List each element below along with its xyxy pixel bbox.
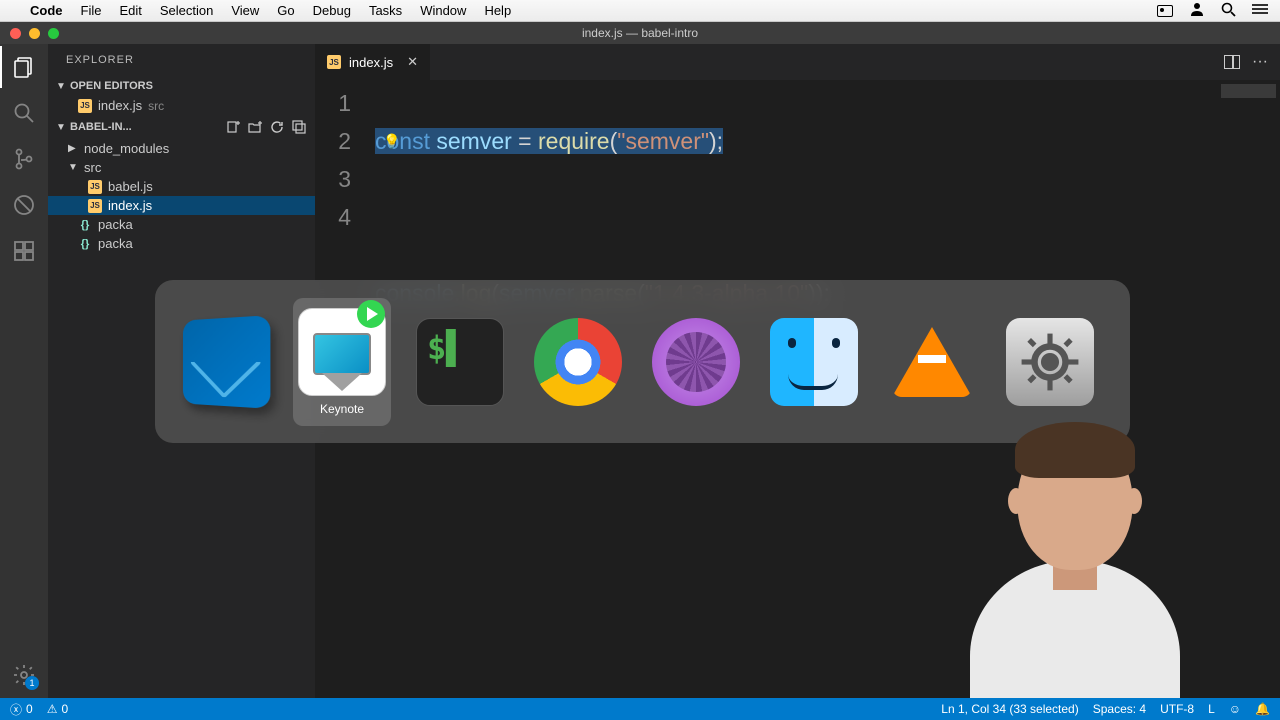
webcam-overlay [970,420,1180,720]
finder-icon [770,318,858,406]
menu-file[interactable]: File [81,3,102,18]
js-icon: JS [88,180,102,194]
tab-bar: JS index.js ✕ ··· [315,44,1280,80]
sidebar-title: EXPLORER [48,44,315,76]
app-switcher-label: Keynote [320,402,364,416]
minimap[interactable] [1221,84,1276,98]
status-cursor[interactable]: Ln 1, Col 34 (33 selected) [941,702,1078,716]
tree-file-babel[interactable]: JS babel.js [48,177,315,196]
status-bell-icon[interactable]: 🔔 [1255,702,1270,716]
play-badge-icon [357,300,385,328]
js-icon: JS [327,55,341,69]
user-icon[interactable] [1189,1,1205,20]
tree-file-package1[interactable]: {} packa [48,215,315,234]
traffic-lights [10,28,59,39]
maximize-window-button[interactable] [48,28,59,39]
terminal-icon: $▌ [416,318,504,406]
source-control-icon[interactable] [11,146,37,172]
app-vlc[interactable] [883,298,981,426]
activity-bar: 1 [0,44,48,698]
vlc-icon [888,318,976,406]
error-icon: ⓧ [10,701,22,718]
screen-record-icon[interactable] [1157,5,1173,17]
debug-icon[interactable] [11,192,37,218]
close-window-button[interactable] [10,28,21,39]
status-bar: ⓧ0 ⚠0 Ln 1, Col 34 (33 selected) Spaces:… [0,698,1280,720]
app-screenflow[interactable] [647,298,745,426]
extensions-icon[interactable] [11,238,37,264]
chevron-down-icon: ▼ [68,162,78,173]
split-editor-icon[interactable] [1224,55,1240,69]
settings-badge: 1 [25,676,39,690]
close-tab-icon[interactable]: ✕ [407,54,418,70]
menu-help[interactable]: Help [484,3,511,18]
warning-icon: ⚠ [47,702,58,716]
window-title: index.js — babel-intro [582,26,698,40]
vscode-icon [183,315,270,409]
menu-edit[interactable]: Edit [119,3,141,18]
window-titlebar: index.js — babel-intro [0,22,1280,44]
lightbulb-icon[interactable]: 💡 [383,122,400,160]
status-spaces[interactable]: Spaces: 4 [1093,702,1146,716]
open-editors-header[interactable]: ▼ OPEN EDITORS [48,76,315,96]
search-icon[interactable] [11,100,37,126]
tree-folder-src[interactable]: ▼ src [48,158,315,177]
chevron-down-icon: ▼ [56,122,66,133]
chrome-icon [534,318,622,406]
status-encoding[interactable]: UTF-8 [1160,702,1194,716]
menubar-app-name[interactable]: Code [30,3,63,18]
minimize-window-button[interactable] [29,28,40,39]
new-folder-icon[interactable] [247,119,263,135]
app-finder[interactable] [765,298,863,426]
more-actions-icon[interactable]: ··· [1252,53,1268,71]
js-icon: JS [88,199,102,213]
app-keynote[interactable]: Keynote [293,298,391,426]
json-icon: {} [78,238,92,250]
tree-folder-node_modules[interactable]: ▶ node_modules [48,139,315,158]
chevron-right-icon: ▶ [68,143,78,154]
app-switcher[interactable]: Keynote $▌ [155,280,1130,443]
new-file-icon[interactable] [225,119,241,135]
tree-file-index[interactable]: JS index.js [48,196,315,215]
app-vscode[interactable] [175,298,273,426]
app-sysprefs[interactable] [1001,298,1099,426]
open-editor-item[interactable]: JS index.js src [48,96,315,115]
tab-index[interactable]: JS index.js ✕ [315,44,431,80]
js-icon: JS [78,99,92,113]
macos-menubar: Code File Edit Selection View Go Debug T… [0,0,1280,22]
sysprefs-icon [1006,318,1094,406]
json-icon: {} [78,219,92,231]
control-center-icon[interactable] [1252,3,1268,18]
collapse-icon[interactable] [291,119,307,135]
explorer-icon[interactable] [11,54,37,80]
status-warnings[interactable]: ⚠0 [47,702,68,716]
refresh-icon[interactable] [269,119,285,135]
menu-debug[interactable]: Debug [313,3,351,18]
status-feedback-icon[interactable]: ☺ [1229,702,1241,716]
app-chrome[interactable] [529,298,627,426]
status-eol[interactable]: L [1208,702,1215,716]
app-terminal[interactable]: $▌ [411,298,509,426]
spotlight-icon[interactable] [1221,2,1236,20]
tree-file-package2[interactable]: {} packa [48,234,315,253]
chevron-down-icon: ▼ [56,81,66,92]
settings-icon[interactable]: 1 [11,662,37,688]
menu-selection[interactable]: Selection [160,3,213,18]
menu-window[interactable]: Window [420,3,466,18]
status-errors[interactable]: ⓧ0 [10,701,33,718]
menu-view[interactable]: View [231,3,259,18]
menu-go[interactable]: Go [277,3,294,18]
menu-tasks[interactable]: Tasks [369,3,402,18]
project-header[interactable]: ▼ BABEL-IN... [48,115,315,139]
screenflow-icon [652,318,740,406]
